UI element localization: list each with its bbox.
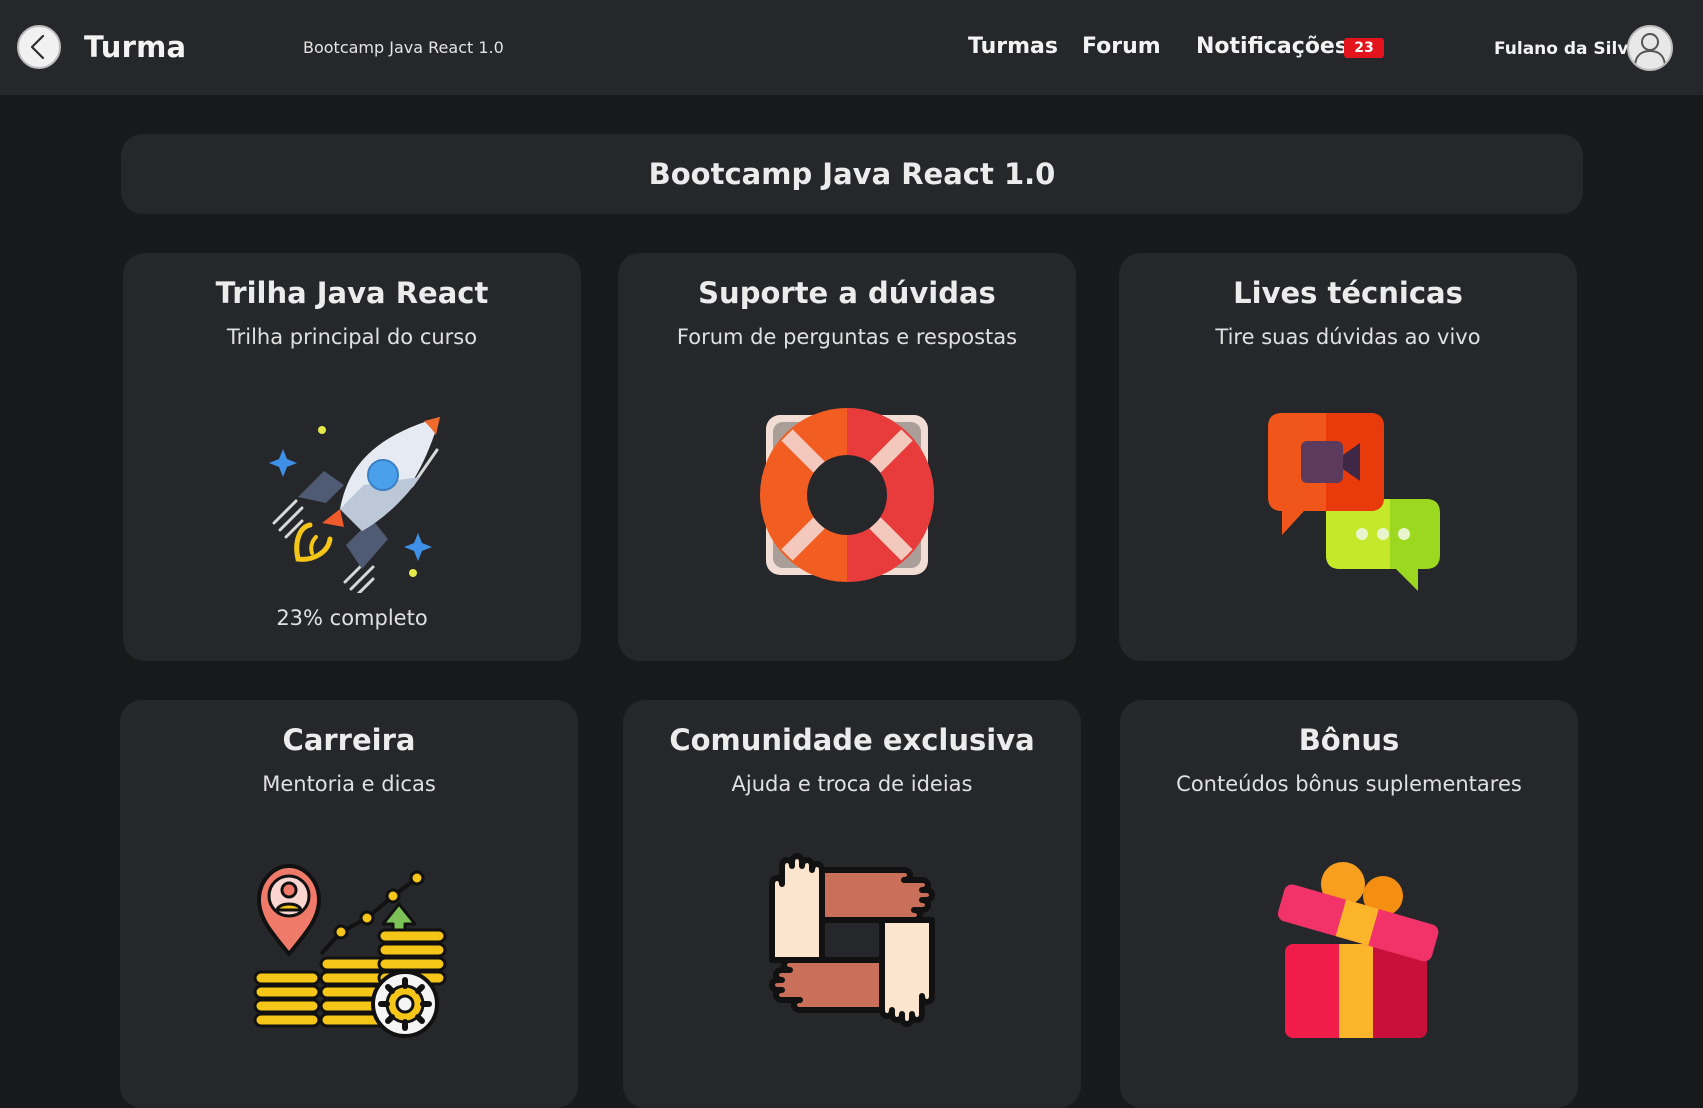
card-title: Bônus xyxy=(1298,723,1400,757)
card-subtitle: Mentoria e dicas xyxy=(262,772,436,796)
card-title: Suporte a dúvidas xyxy=(698,276,996,310)
avatar[interactable] xyxy=(1627,25,1673,71)
progress-text: 23% completo xyxy=(276,606,428,630)
card-title: Lives técnicas xyxy=(1233,276,1463,310)
card-suporte[interactable]: Suporte a dúvidas Forum de perguntas e r… xyxy=(618,253,1076,661)
card-title: Carreira xyxy=(282,723,416,757)
card-subtitle: Ajuda e troca de ideias xyxy=(731,772,973,796)
card-trilha[interactable]: Trilha Java React Trilha principal do cu… xyxy=(123,253,581,661)
card-bonus[interactable]: Bônus Conteúdos bônus suplementares xyxy=(1120,700,1578,1108)
top-bar: Turma Bootcamp Java React 1.0 Turmas For… xyxy=(0,0,1703,95)
card-lives[interactable]: Lives técnicas Tire suas dúvidas ao vivo xyxy=(1119,253,1577,661)
page-title: Bootcamp Java React 1.0 xyxy=(648,157,1056,191)
card-title: Trilha Java React xyxy=(215,276,489,310)
user-icon xyxy=(1634,33,1666,66)
card-comunidade[interactable]: Comunidade exclusiva Ajuda e troca de id… xyxy=(623,700,1081,1108)
user-name[interactable]: Fulano da Silva xyxy=(1494,39,1640,59)
card-title: Comunidade exclusiva xyxy=(669,723,1035,757)
card-subtitle: Tire suas dúvidas ao vivo xyxy=(1215,325,1481,349)
nav-turmas[interactable]: Turmas xyxy=(968,34,1058,59)
lifebuoy-icon xyxy=(760,408,934,582)
chevron-left-icon xyxy=(30,34,45,60)
gift-icon xyxy=(1277,862,1439,1038)
app-title: Turma xyxy=(84,30,187,64)
nav-forum[interactable]: Forum xyxy=(1082,34,1161,59)
page-banner: Bootcamp Java React 1.0 xyxy=(121,134,1583,214)
back-button[interactable] xyxy=(17,25,61,69)
notification-badge: 23 xyxy=(1344,38,1384,58)
rocket-icon xyxy=(269,417,440,593)
video-chat-icon xyxy=(1268,413,1440,591)
card-subtitle: Conteúdos bônus suplementares xyxy=(1176,772,1522,796)
nav-notificacoes[interactable]: Notificações xyxy=(1196,34,1348,59)
card-subtitle: Forum de perguntas e respostas xyxy=(676,325,1018,349)
career-growth-icon xyxy=(253,863,447,1038)
header-class-name: Bootcamp Java React 1.0 xyxy=(303,38,504,57)
card-subtitle: Trilha principal do curso xyxy=(226,325,478,349)
community-hands-icon xyxy=(769,853,935,1027)
card-carreira[interactable]: Carreira Mentoria e dicas xyxy=(120,700,578,1108)
